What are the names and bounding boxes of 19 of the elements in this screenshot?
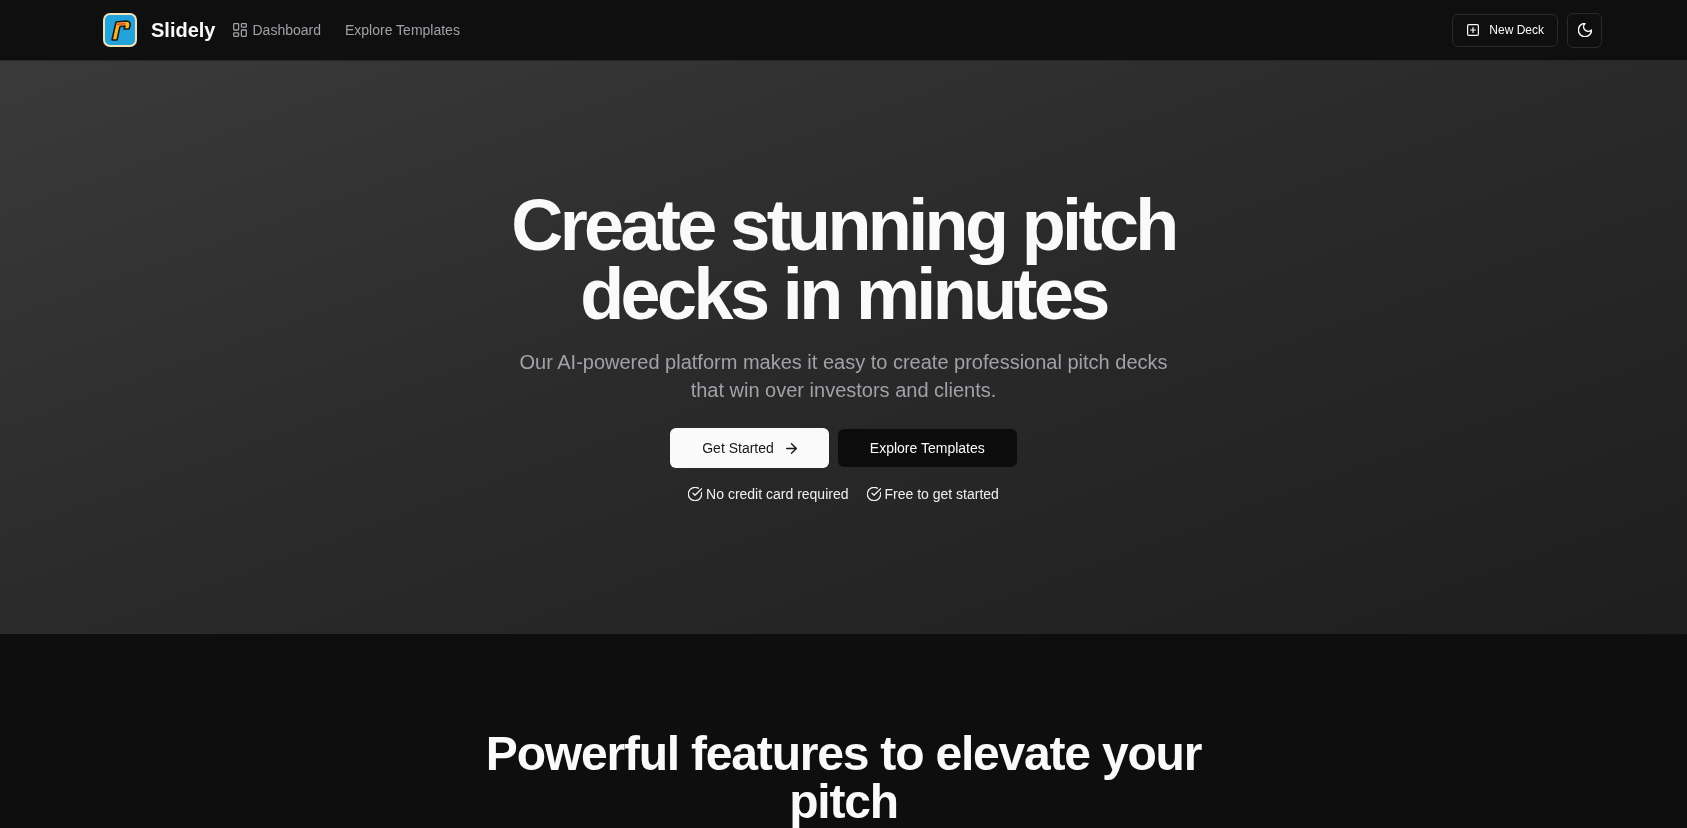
nav-link[interactable]: Dashboard [233, 22, 321, 38]
new-deck-button[interactable]: New Deck [1452, 13, 1558, 47]
brand-link[interactable]: Slidely [103, 13, 216, 47]
features-heading: Powerful features to elevate your pitch [484, 730, 1203, 826]
perk-text: No credit card required [706, 485, 849, 504]
check-circle-icon [866, 487, 881, 501]
get-started-button[interactable]: Get Started [670, 428, 829, 468]
check-circle-icon [688, 487, 703, 501]
hero-heading: Create stunning pitch decks in minutes [510, 191, 1177, 329]
hero-subtitle: Our AI-powered platform makes it easy to create professional pitch decks that win over investors and clients. [518, 350, 1169, 403]
plus-square-icon [1467, 24, 1480, 36]
perk-text: Free to get started [884, 485, 999, 504]
theme-toggle-button[interactable] [1567, 12, 1602, 48]
dashboard-grid-icon [233, 23, 248, 37]
logo-icon [103, 13, 137, 47]
arrow-right-icon [785, 442, 797, 454]
explore-templates-button[interactable]: Explore Templates [837, 429, 1017, 467]
moon-icon [1577, 23, 1592, 37]
nav-link[interactable]: Explore Templates [345, 22, 460, 38]
